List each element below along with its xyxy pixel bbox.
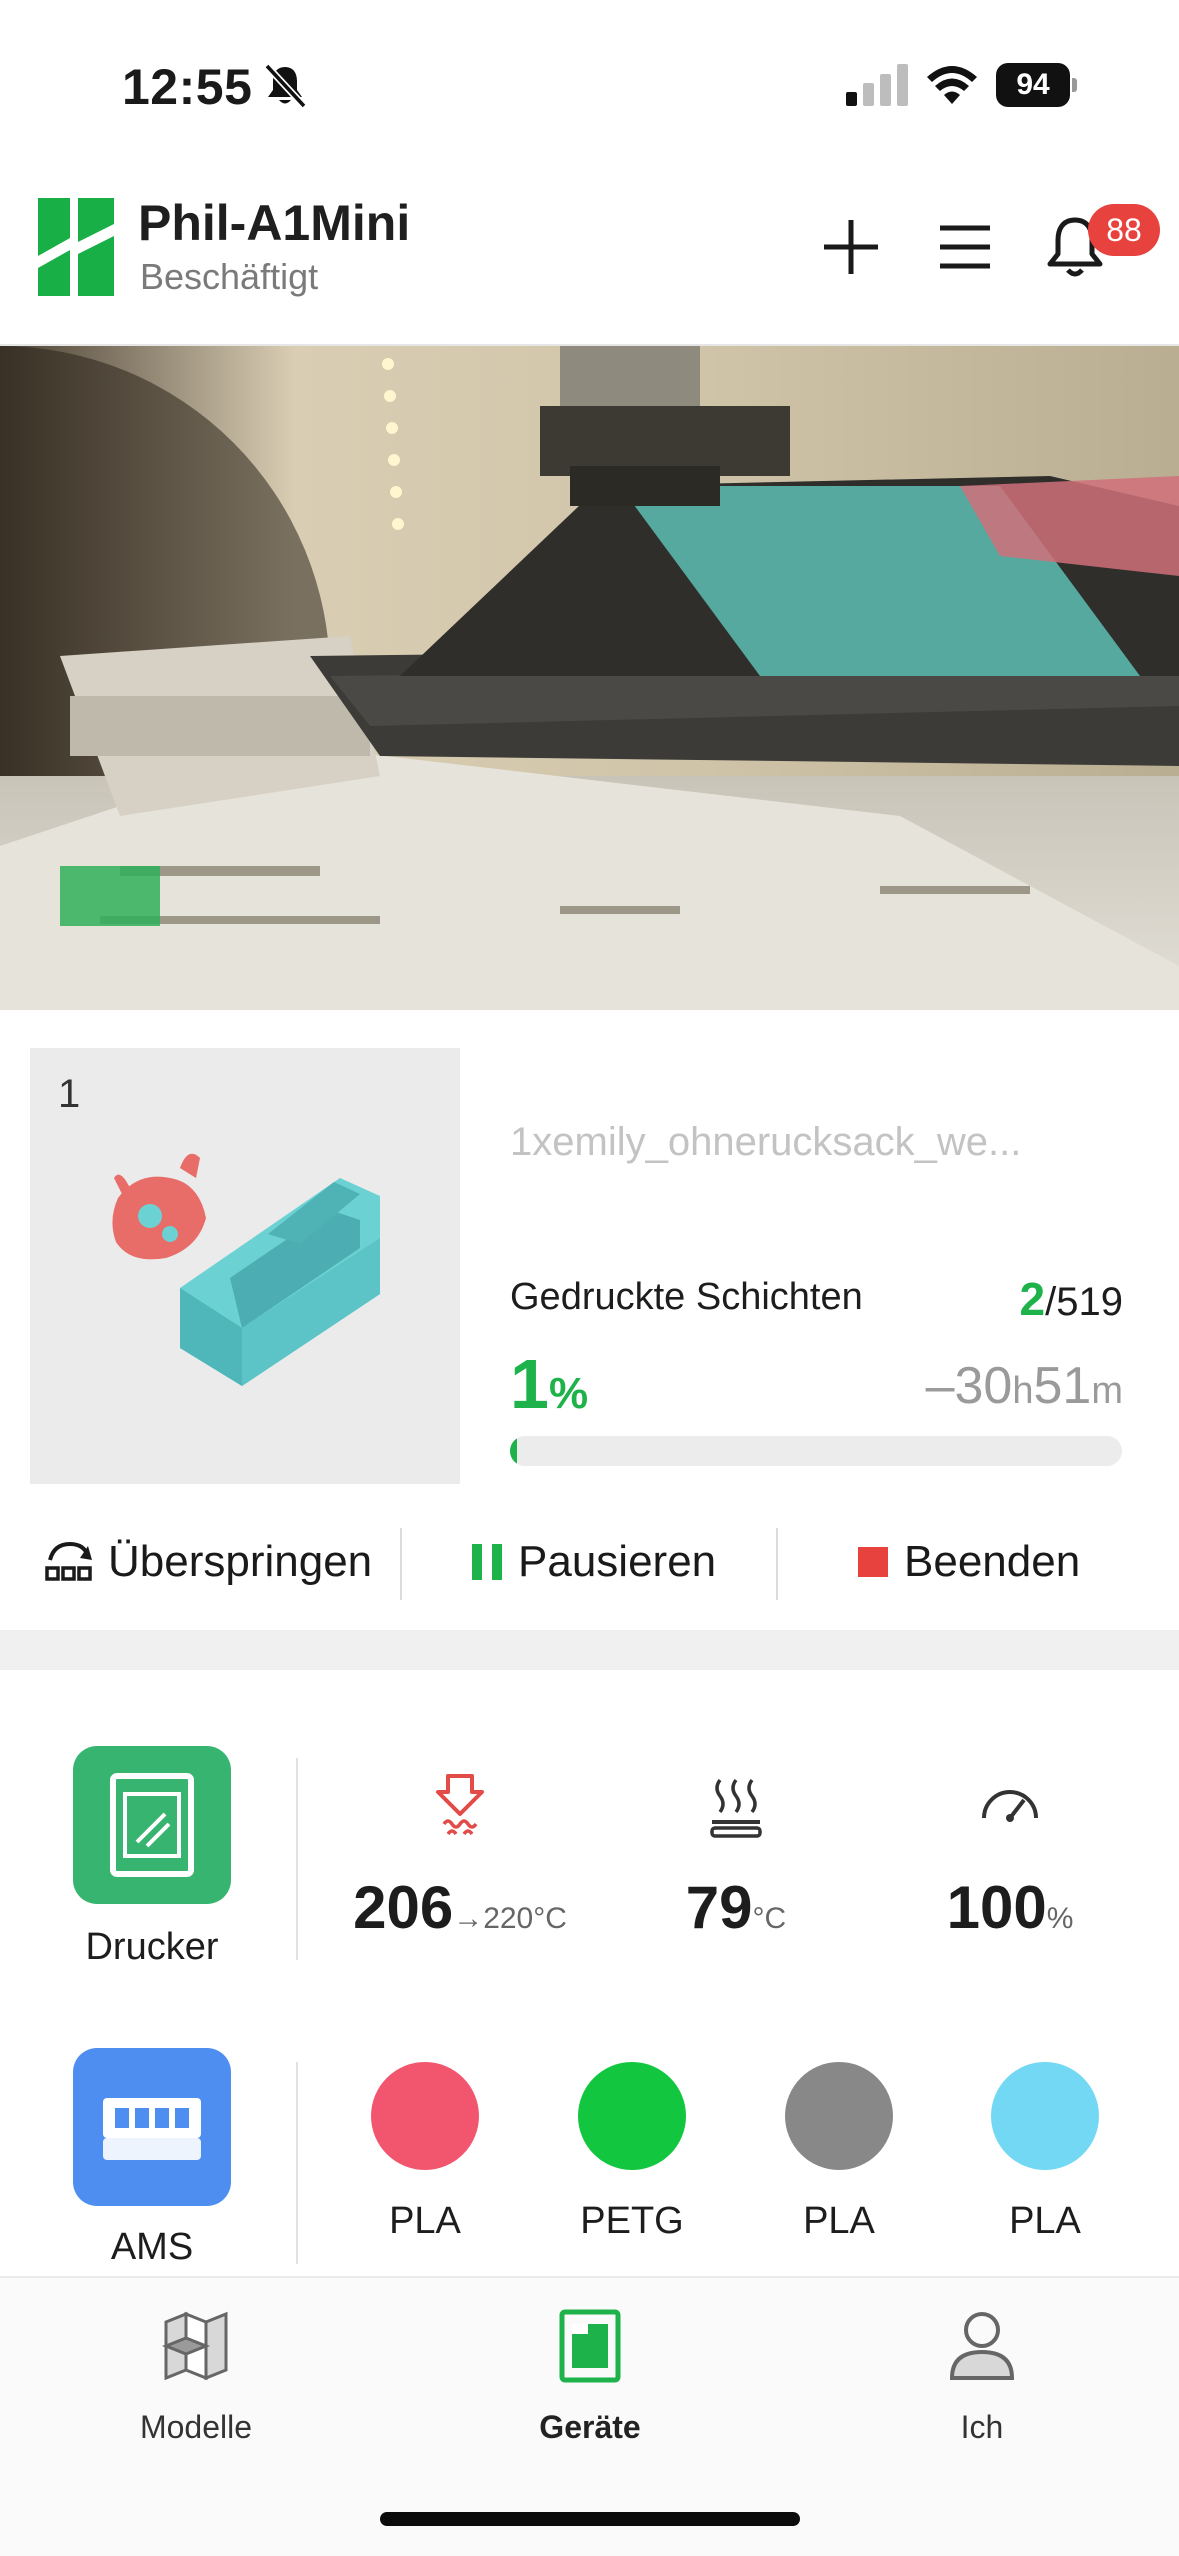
model-preview [112,1153,380,1386]
section-divider [0,1630,1179,1670]
progress-value: 1 [510,1345,549,1423]
progress-unit: % [548,1369,589,1418]
notification-badge: 88 [1088,204,1160,256]
speed-unit: % [1046,1902,1074,1935]
bed-temp-value: 79 [685,1874,753,1941]
wifi-icon [927,66,977,104]
printer-tile-label: Drucker [85,1926,219,1968]
stop-button[interactable]: Beenden [856,1514,1080,1610]
tab-modelle[interactable]: Modelle [96,2308,296,2446]
remaining-hours: –30 [925,1357,1013,1415]
heatbed-icon [710,1778,762,1838]
signal-icon [846,64,908,106]
bambu-logo-icon [38,198,114,296]
remaining-minutes-unit: m [1091,1370,1123,1412]
camera-image [0,346,1179,1010]
speed-gauge-icon [982,1790,1038,1822]
pause-button[interactable]: Pausieren [470,1514,716,1610]
layers-label: Gedruckte Schichten [510,1276,863,1318]
remaining-hours-unit: h [1012,1370,1034,1412]
pause-label: Pausieren [518,1537,717,1586]
nozzle-icon [436,1774,484,1836]
menu-icon[interactable] [930,212,1000,282]
progress-percent: 1% [510,1344,588,1424]
bell-slash-icon [264,63,307,109]
home-indicator[interactable] [380,2512,800,2526]
ams-tile-label: AMS [110,2226,194,2268]
nozzle-temp-target: →220°C [453,1902,567,1935]
pause-icon [472,1544,502,1580]
printer-tile[interactable] [73,1746,231,1904]
plus-icon[interactable] [816,212,886,282]
filament-slot-1-type: PLA [389,2200,461,2242]
status-bar: 12:55 94 [0,0,1179,160]
filament-slot-4-type: PLA [1009,2200,1081,2242]
tab-geraete[interactable]: Geräte [490,2308,690,2446]
battery-level: 94 [996,63,1070,107]
nozzle-temp[interactable]: 206→220°C [340,1770,580,1942]
printer-stats: Drucker 206→220°C 79°C 100% AMS PLA PETG… [0,1670,1179,2280]
print-speed[interactable]: 100% [890,1770,1130,1942]
layers-current: 2 [1019,1273,1046,1325]
filament-slot-3[interactable] [785,2062,893,2170]
user-icon [949,2312,1015,2380]
layers-count: 2/519 [1020,1272,1123,1326]
nozzle-temp-value: 206 [353,1874,454,1941]
plate-number: 1 [58,1072,81,1116]
filament-slot-3-type: PLA [803,2200,875,2242]
printer-status: Beschäftigt [140,256,319,297]
stop-label: Beenden [904,1537,1081,1586]
job-filename: 1xemily_ohnerucksack_we... [510,1120,1022,1164]
bed-temp-unit: °C [752,1902,787,1935]
ams-tile[interactable] [73,2048,231,2206]
skip-objects-icon [45,1541,92,1581]
tab-ich[interactable]: Ich [882,2308,1082,2446]
progress-bar-fill [510,1436,518,1466]
printer-name[interactable]: Phil-A1Mini [138,194,410,252]
printer-icon [110,1773,194,1877]
battery-icon: 94 [996,63,1077,107]
filament-slot-4[interactable] [991,2062,1099,2170]
tab-ich-label: Ich [960,2409,1004,2445]
tab-modelle-label: Modelle [139,2409,253,2445]
tab-geraete-label: Geräte [539,2409,641,2445]
skip-button[interactable]: Überspringen [44,1514,372,1610]
models-cube-icon [161,2311,228,2381]
print-job-card: 1 1xemily_ohnerucksack_we... Gedruckte S… [0,1010,1179,1630]
app-header: Phil-A1Mini Beschäftigt 88 [0,160,1179,346]
speed-value: 100 [946,1874,1047,1941]
skip-label: Überspringen [108,1537,373,1586]
filament-slot-2-type: PETG [580,2200,684,2242]
remaining-minutes: 51 [1033,1357,1092,1415]
remaining-time: –30h51m [926,1356,1123,1416]
layers-total: /519 [1045,1280,1123,1324]
camera-feed[interactable] [0,346,1179,1010]
plate-thumbnail[interactable]: 1 [30,1048,460,1484]
filament-slot-2[interactable] [578,2062,686,2170]
clock: 12:55 [122,59,253,115]
progress-bar [510,1436,1122,1466]
job-actions: Überspringen Pausieren Beenden [0,1514,1179,1610]
stop-icon [858,1547,888,1577]
filament-slot-1[interactable] [371,2062,479,2170]
bed-temp[interactable]: 79°C [616,1770,856,1942]
devices-icon [559,2309,621,2383]
ams-icon [103,2098,201,2160]
